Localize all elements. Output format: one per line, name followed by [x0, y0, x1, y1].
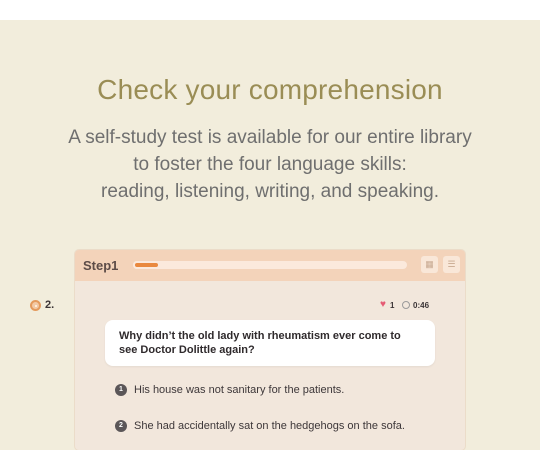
list-icon: ☰ — [447, 259, 456, 269]
subtitle-line: reading, listening, writing, and speakin… — [101, 181, 439, 202]
answer-number-badge: 1 — [115, 384, 127, 396]
grid-view-button[interactable]: ▦ — [421, 256, 438, 273]
list-view-button[interactable]: ☰ — [443, 256, 460, 273]
question-number: 2. — [45, 299, 55, 311]
timer-value: 0:46 — [413, 301, 430, 310]
answer-number-badge: 2 — [115, 420, 127, 432]
top-white-strip — [0, 0, 540, 20]
progress-bar — [133, 261, 407, 269]
question-text: Why didn’t the old lady with rheumatism … — [105, 320, 435, 366]
lives-count: 1 — [390, 301, 395, 310]
progress-fill — [133, 261, 161, 269]
section-title: Check your comprehension — [97, 74, 443, 105]
question-status-icon — [30, 300, 41, 311]
subtitle-line: A self-study test is available for our e… — [68, 127, 472, 148]
section-subtitle: A self-study test is available for our e… — [40, 124, 500, 205]
answer-text: She had accidentally sat on the hedgehog… — [134, 420, 405, 432]
timer-icon — [402, 301, 410, 309]
answer-text: His house was not sanitary for the patie… — [134, 384, 345, 396]
grid-icon: ▦ — [425, 259, 434, 269]
quiz-header: Step1 ▦ ☰ — [75, 250, 465, 281]
subtitle-line: to foster the four language skills: — [133, 154, 407, 175]
heart-icon: ♥ — [380, 299, 386, 310]
step-label: Step1 — [83, 258, 119, 273]
